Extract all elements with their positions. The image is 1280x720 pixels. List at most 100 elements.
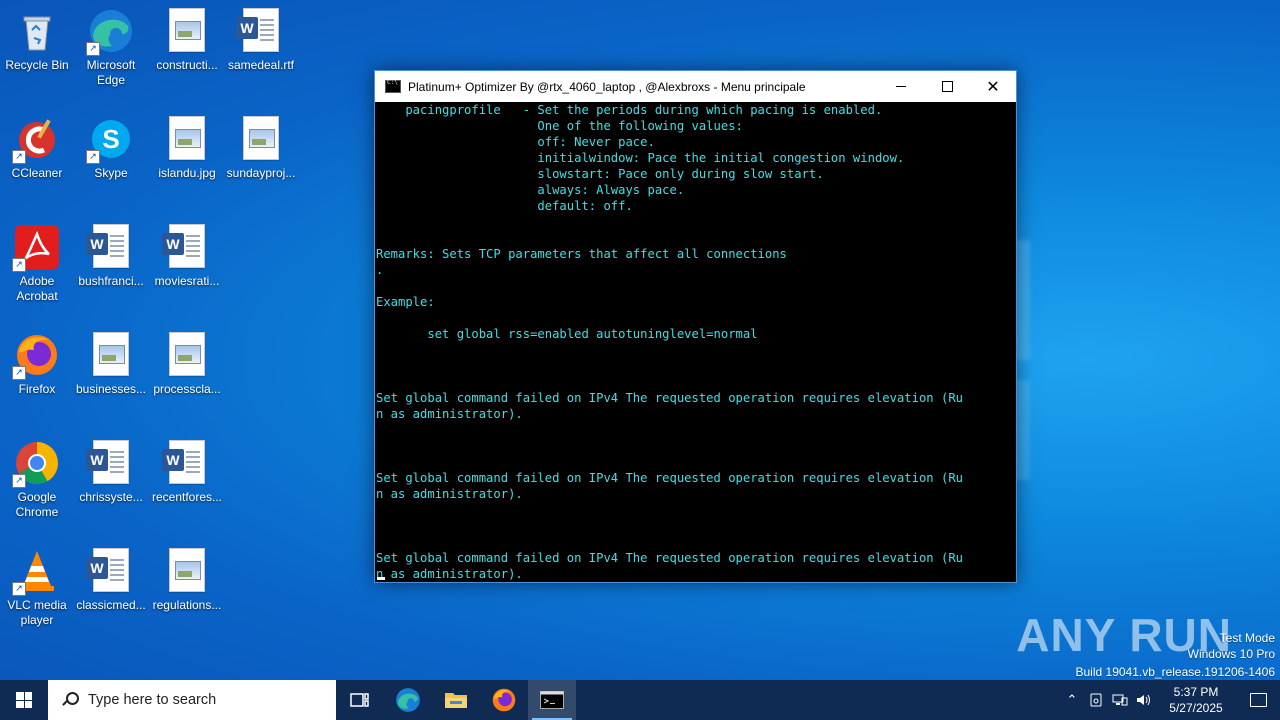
show-hidden-icons-button[interactable]: ⌃	[1060, 680, 1084, 720]
clock-time: 5:37 PM	[1173, 685, 1219, 699]
image-file-icon	[164, 116, 210, 162]
tray-device-button[interactable]	[1084, 680, 1108, 720]
volume-icon	[1137, 694, 1150, 706]
search-icon	[62, 692, 79, 708]
shortcut-arrow-icon: ↗	[12, 582, 26, 596]
shortcut-arrow-icon: ↗	[12, 366, 26, 380]
shortcut-arrow-icon: ↗	[12, 258, 26, 272]
folder-icon	[445, 693, 467, 708]
shortcut-arrow-icon: ↗	[86, 42, 100, 56]
vlc-icon: ↗	[12, 548, 60, 596]
volume-button[interactable]	[1132, 680, 1156, 720]
desktop-icon-image-file[interactable]: businesses...	[74, 332, 148, 397]
desktop-icon-label: bushfranci...	[78, 274, 144, 288]
desktop-icon-label: Skype	[94, 166, 128, 180]
desktop-icon-label: VLC media player	[7, 598, 67, 627]
start-button[interactable]	[0, 680, 48, 720]
desktop-icon-image-file[interactable]: sundayproj...	[224, 116, 298, 181]
word-document-icon: W	[162, 224, 210, 270]
image-file-icon	[164, 548, 210, 594]
desktop-icon-recycle-bin[interactable]: Recycle Bin	[0, 8, 74, 73]
desktop-icon-vlc[interactable]: ↗ VLC media player	[0, 548, 74, 628]
desktop-icon-word-doc[interactable]: W recentfores...	[150, 440, 224, 505]
ccleaner-icon: ↗	[12, 116, 60, 164]
image-file-icon	[164, 8, 210, 54]
word-document-icon: W	[86, 548, 134, 594]
taskbar-console[interactable]	[528, 680, 576, 720]
taskbar-firefox[interactable]	[480, 680, 528, 720]
desktop-icon-label: Firefox	[18, 382, 56, 396]
desktop-icon-image-file[interactable]: regulations...	[150, 548, 224, 613]
desktop-icon-word-doc[interactable]: W samedeal.rtf	[224, 8, 298, 73]
desktop-icon-skype[interactable]: S ↗ Skype	[74, 116, 148, 181]
desktop-icon-label: chrissyste...	[79, 490, 143, 504]
minimize-icon	[896, 86, 906, 87]
desktop-icon-label: constructi...	[156, 58, 218, 72]
desktop-icon-firefox[interactable]: ↗ Firefox	[0, 332, 74, 397]
maximize-icon	[941, 81, 953, 92]
maximize-button[interactable]	[924, 71, 970, 102]
console-window[interactable]: Platinum+ Optimizer By @rtx_4060_laptop …	[374, 70, 1017, 583]
chrome-icon: ↗	[12, 440, 60, 488]
word-document-icon: W	[162, 440, 210, 486]
window-titlebar[interactable]: Platinum+ Optimizer By @rtx_4060_laptop …	[375, 71, 1016, 102]
shortcut-arrow-icon: ↗	[12, 150, 26, 164]
task-view-button[interactable]	[336, 680, 384, 720]
close-button[interactable]: ✕	[970, 71, 1016, 102]
close-icon: ✕	[986, 77, 1000, 96]
desktop-icon-label: recentfores...	[151, 490, 223, 504]
desktop-icon-label: sundayproj...	[226, 166, 296, 180]
desktop-icon-label: Google Chrome	[15, 490, 59, 519]
edge-icon: ↗	[86, 8, 134, 56]
edge-icon	[396, 688, 420, 712]
desktop-icon-image-file[interactable]: islandu.jpg	[150, 116, 224, 181]
acrobat-icon: ↗	[12, 224, 60, 272]
console-output[interactable]: pacingprofile - Set the periods during w…	[376, 102, 1016, 582]
desktop-icon-google-chrome[interactable]: ↗ Google Chrome	[0, 440, 74, 520]
desktop-icon-label: processcla...	[153, 382, 221, 396]
device-icon	[1090, 693, 1102, 707]
desktop-icon-word-doc[interactable]: W chrissyste...	[74, 440, 148, 505]
desktop-icon-label: Microsoft Edge	[86, 58, 136, 87]
clock[interactable]: 5:37 PM 5/27/2025	[1156, 684, 1236, 716]
desktop-icon-label: Adobe Acrobat	[16, 274, 58, 303]
desktop-icon-label: Recycle Bin	[5, 58, 69, 72]
firefox-icon	[492, 688, 516, 712]
desktop-icon-label: samedeal.rtf	[227, 58, 295, 72]
clock-date: 5/27/2025	[1169, 701, 1223, 715]
desktop-icon-microsoft-edge[interactable]: ↗ Microsoft Edge	[74, 8, 148, 88]
task-view-icon	[350, 693, 369, 707]
search-placeholder: Type here to search	[88, 692, 217, 708]
cmd-icon	[540, 691, 564, 709]
desktop-icon-adobe-acrobat[interactable]: ↗ Adobe Acrobat	[0, 224, 74, 304]
desktop-icon-ccleaner[interactable]: ↗ CCleaner	[0, 116, 74, 181]
desktop-icon-label: islandu.jpg	[158, 166, 216, 180]
desktop-icon-label: moviesrati...	[154, 274, 220, 288]
desktop-icon-image-file[interactable]: constructi...	[150, 8, 224, 73]
window-title: Platinum+ Optimizer By @rtx_4060_laptop …	[408, 79, 806, 94]
console-text: pacingprofile - Set the periods during w…	[376, 103, 963, 581]
desktop-icon-word-doc[interactable]: W moviesrati...	[150, 224, 224, 289]
shortcut-arrow-icon: ↗	[86, 150, 100, 164]
desktop-icon-word-doc[interactable]: W bushfranci...	[74, 224, 148, 289]
image-file-icon	[164, 332, 210, 378]
desktop-icon-label: businesses...	[75, 382, 147, 396]
minimize-button[interactable]	[878, 71, 924, 102]
search-box[interactable]: Type here to search	[48, 680, 336, 720]
desktop-icon-label: classicmed...	[76, 598, 146, 612]
test-mode-label: Test Mode	[1219, 631, 1275, 645]
taskbar-file-explorer[interactable]	[432, 680, 480, 720]
system-tray: ⌃ 5:37 PM 5/27/2025	[1060, 680, 1280, 720]
taskbar-edge[interactable]	[384, 680, 432, 720]
desktop-icon-word-doc[interactable]: W classicmed...	[74, 548, 148, 613]
network-icon	[1112, 694, 1128, 706]
action-center-button[interactable]	[1236, 680, 1280, 720]
windows-edition-label: Windows 10 Pro	[1187, 647, 1275, 661]
desktop-icon-image-file[interactable]: processcla...	[150, 332, 224, 397]
text-cursor	[377, 577, 385, 580]
svg-text:S: S	[102, 124, 119, 154]
word-document-icon: W	[86, 224, 134, 270]
network-button[interactable]	[1108, 680, 1132, 720]
skype-icon: S ↗	[86, 116, 134, 164]
image-file-icon	[238, 116, 284, 162]
